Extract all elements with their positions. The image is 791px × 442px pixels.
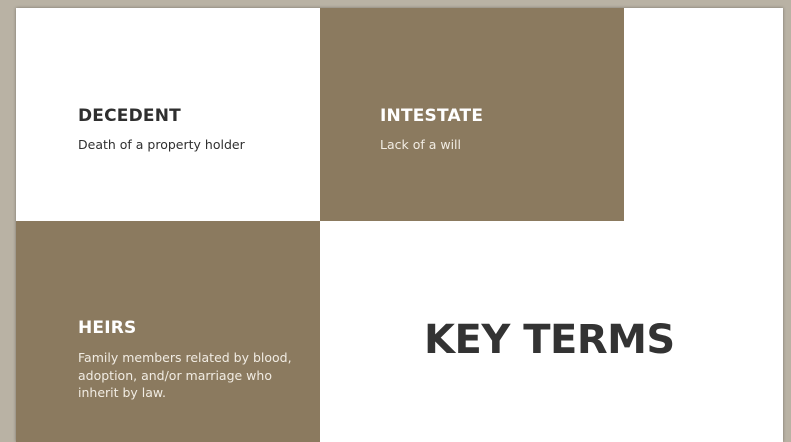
decedent-definition: Death of a property holder (78, 137, 245, 152)
intestate-definition: Lack of a will (380, 137, 462, 152)
heirs-definition: Family members related by blood, adoptio… (78, 350, 292, 400)
intestate-term: INTESTATE (380, 106, 484, 126)
slide: DECEDENT Death of a property holder INTE… (16, 8, 783, 442)
key-terms-tile: KEY TERMS (320, 221, 783, 442)
heirs-tile: HEIRS Family members related by blood, a… (16, 221, 320, 442)
slide-title: KEY TERMS (424, 317, 675, 363)
intestate-tile: INTESTATE Lack of a will (320, 8, 624, 221)
heirs-term: HEIRS (78, 318, 137, 338)
decedent-tile: DECEDENT Death of a property holder (16, 8, 320, 221)
decedent-term: DECEDENT (78, 106, 181, 126)
